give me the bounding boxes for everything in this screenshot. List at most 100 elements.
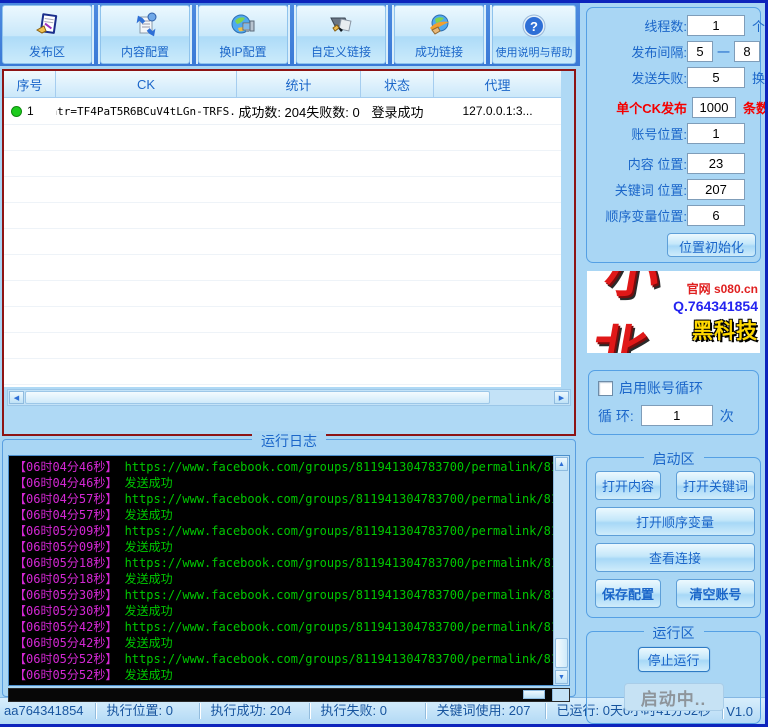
log-line: 【06时04分46秒】 https://www.facebook.com/gro… [14, 459, 549, 475]
open-keyword-button[interactable]: 打开关键词 [676, 471, 755, 500]
enable-loop-label: 启用账号循环 [619, 378, 703, 398]
run-group: 运行区 停止运行 启动中.. [586, 631, 761, 724]
change-ip-icon [229, 10, 257, 42]
tab-label: 发布区 [29, 43, 65, 60]
table-empty-row [4, 333, 561, 359]
send-fail-label: 发送失败: [590, 68, 687, 87]
loop-count-row: 循 环: 次 [598, 405, 749, 426]
cell-index: 1 [4, 104, 56, 118]
cell-stats: 成功数: 204失败数: 0 [237, 102, 361, 121]
loop-count-unit: 次 [720, 406, 734, 426]
starting-button[interactable]: 启动中.. [624, 683, 724, 711]
log-line: 【06时05分09秒】 发送成功 [14, 539, 549, 555]
launch-buttons: 打开内容 打开关键词 打开顺序变量 查看连接 保存配置 清空账号 [595, 471, 752, 608]
settings-group: 线程数: 个 发布间隔: 一 秒 发送失败: 换号 单个CK发布 [586, 7, 761, 263]
log-vertical-scrollbar[interactable]: ▲ ▼ [553, 456, 569, 685]
status-exec-fail: 执行失败: 0 [310, 703, 426, 719]
success-link-icon [425, 10, 453, 42]
single-ck-label: 单个CK发布 [590, 98, 687, 117]
loop-count-input[interactable] [641, 405, 713, 426]
keyword-pos-row: 关键词 位置: [590, 179, 757, 200]
stop-run-button[interactable]: 停止运行 [638, 647, 710, 672]
open-seq-variable-button[interactable]: 打开顺序变量 [595, 507, 755, 536]
scroll-up-icon[interactable]: ▲ [555, 457, 568, 471]
keyword-pos-label: 关键词 位置: [590, 180, 687, 199]
table-empty-row [4, 125, 561, 151]
online-status-dot-icon [11, 106, 22, 117]
table-scroll-thumb[interactable] [25, 391, 490, 404]
tab-help[interactable]: ? 使用说明与帮助 [492, 5, 576, 64]
tab-success-link[interactable]: 成功链接 [394, 5, 484, 64]
tab-label: 使用说明与帮助 [496, 44, 573, 60]
tab-publish-area[interactable]: 发布区 [2, 5, 92, 64]
table-scroll-track[interactable] [25, 391, 553, 404]
accounts-table: 序号 CK 统计 状态 代理 1 datr=TF4PaT5R6BCuV4tLGn [4, 71, 561, 387]
account-pos-input[interactable] [687, 123, 745, 144]
send-fail-input[interactable] [687, 67, 745, 88]
thread-count-input[interactable] [687, 15, 745, 36]
help-icon: ? [520, 11, 548, 43]
save-config-button[interactable]: 保存配置 [595, 579, 661, 608]
view-links-button[interactable]: 查看连接 [595, 543, 755, 572]
app-window: 发布区 内容配置 [0, 0, 768, 727]
account-pos-label: 账号位置: [590, 124, 687, 143]
log-line: 【06时05分52秒】 https://www.facebook.com/gro… [14, 651, 549, 667]
interval-min-input[interactable] [687, 41, 713, 62]
cell-ck: datr=TF4PaT5R6BCuV4tLGn-TRFS... [56, 105, 237, 118]
tab-change-ip[interactable]: 换IP配置 [198, 5, 288, 64]
log-scroll-thumb[interactable] [555, 638, 568, 668]
table-horizontal-scrollbar[interactable]: ◀ ▶ [7, 389, 571, 406]
clear-accounts-button[interactable]: 清空账号 [676, 579, 755, 608]
tab-content-config[interactable]: 内容配置 [100, 5, 190, 64]
scroll-right-icon[interactable]: ▶ [554, 391, 569, 404]
enable-loop-checkbox[interactable] [598, 381, 613, 396]
table-empty-row [4, 281, 561, 307]
publish-interval-row: 发布间隔: 一 秒 [590, 41, 757, 62]
logo-website: 官网 s080.cn [687, 280, 758, 297]
log-hscroll-thumb[interactable] [523, 690, 545, 699]
log-line: 【06时05分42秒】 https://www.facebook.com/gro… [14, 619, 549, 635]
table-body: 1 datr=TF4PaT5R6BCuV4tLGn-TRFS... 成功数: 2… [4, 98, 561, 387]
interval-max-input[interactable] [734, 41, 760, 62]
position-init-button[interactable]: 位置初始化 [667, 233, 756, 257]
table-empty-row [4, 177, 561, 203]
table-empty-row [4, 229, 561, 255]
log-line: 【06时04分57秒】 发送成功 [14, 507, 549, 523]
seq-pos-input[interactable] [687, 205, 745, 226]
table-empty-row [4, 359, 561, 385]
log-lines: 【06时04分46秒】 https://www.facebook.com/gro… [14, 459, 549, 683]
log-line: 【06时04分57秒】 https://www.facebook.com/gro… [14, 491, 549, 507]
seq-pos-row: 顺序变量位置: [590, 205, 757, 226]
log-horizontal-scrollbar[interactable] [8, 688, 570, 702]
keyword-pos-input[interactable] [687, 179, 745, 200]
single-ck-input[interactable] [692, 97, 736, 118]
svg-text:?: ? [530, 19, 538, 34]
column-header-stats[interactable]: 统计 [237, 71, 361, 97]
open-content-button[interactable]: 打开内容 [595, 471, 661, 500]
column-header-proxy[interactable]: 代理 [434, 71, 561, 97]
column-header-index[interactable]: 序号 [4, 71, 56, 97]
single-ck-unit: 条数 [743, 98, 768, 117]
cell-status: 登录成功 [361, 102, 434, 121]
scroll-down-icon[interactable]: ▼ [555, 670, 568, 684]
toolbar-separator [484, 5, 492, 64]
log-line: 【06时05分30秒】 发送成功 [14, 603, 549, 619]
single-ck-row: 单个CK发布 条数 [590, 97, 757, 118]
thread-count-unit: 个 [752, 16, 765, 35]
enable-loop-row[interactable]: 启用账号循环 [598, 378, 749, 398]
log-line: 【06时05分18秒】 发送成功 [14, 571, 549, 587]
table-empty-row [4, 307, 561, 333]
account-loop-group: 启用账号循环 循 环: 次 [588, 370, 759, 435]
content-config-icon [131, 10, 159, 42]
log-box: 【06时04分46秒】 https://www.facebook.com/gro… [8, 455, 570, 686]
content-pos-input[interactable] [687, 153, 745, 174]
content-pos-label: 内容 位置: [590, 154, 687, 173]
column-header-status[interactable]: 状态 [361, 71, 434, 97]
table-row[interactable]: 1 datr=TF4PaT5R6BCuV4tLGn-TRFS... 成功数: 2… [4, 98, 561, 125]
run-group-title: 运行区 [644, 623, 704, 643]
scroll-left-icon[interactable]: ◀ [9, 391, 24, 404]
toolbar-separator [288, 5, 296, 64]
logo-brand-name: 黑科技 [692, 315, 758, 345]
column-header-ck[interactable]: CK [56, 71, 237, 97]
tab-custom-link[interactable]: 自定义链接 [296, 5, 386, 64]
